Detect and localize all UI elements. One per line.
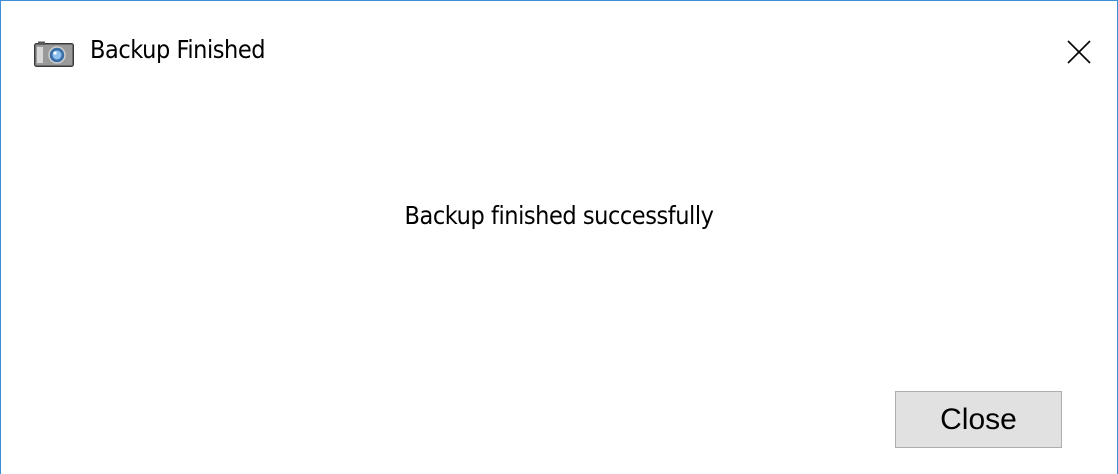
- dialog-window: Backup Finished Backup finished successf…: [0, 0, 1118, 474]
- camera-icon: [34, 41, 74, 67]
- close-button[interactable]: Close: [895, 391, 1062, 448]
- title-bar[interactable]: Backup Finished: [1, 1, 1117, 101]
- status-message: Backup finished successfully: [404, 201, 714, 230]
- close-icon[interactable]: [1054, 27, 1104, 77]
- window-title: Backup Finished: [90, 35, 266, 64]
